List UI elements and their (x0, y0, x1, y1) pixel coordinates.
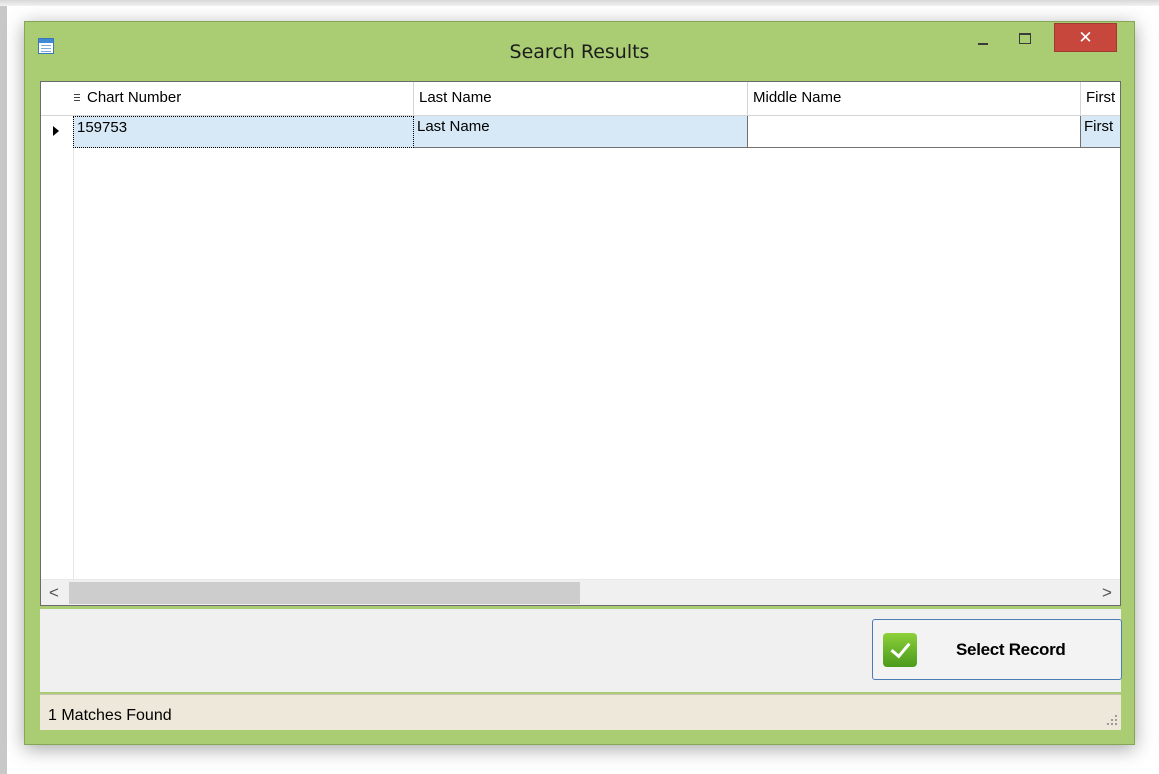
backdrop-top-edge (0, 0, 1159, 6)
minimize-icon[interactable] (967, 25, 997, 51)
column-header-label: Chart Number (87, 89, 182, 106)
search-results-window: Search Results ✕ Chart Number Last Name … (24, 21, 1135, 745)
select-record-button[interactable]: Select Record (872, 619, 1122, 680)
grid-header-row: Chart Number Last Name Middle Name First (41, 82, 1120, 116)
row-header-column (41, 82, 74, 579)
column-header-last-name[interactable]: Last Name (414, 82, 748, 115)
status-text: 1 Matches Found (48, 707, 172, 724)
cell-middle-name[interactable] (748, 116, 1081, 148)
close-icon[interactable]: ✕ (1054, 23, 1117, 52)
column-header-chart-number[interactable]: Chart Number (73, 82, 414, 115)
cell-first-name[interactable]: First (1081, 116, 1120, 148)
scroll-left-button[interactable]: < (41, 580, 67, 605)
table-row[interactable]: 159753 Last Name First (73, 116, 1120, 148)
results-grid[interactable]: Chart Number Last Name Middle Name First… (40, 81, 1121, 606)
cell-last-name[interactable]: Last Name (414, 116, 748, 148)
row-pointer-icon (53, 126, 59, 136)
column-header-middle-name[interactable]: Middle Name (748, 82, 1081, 115)
column-header-first-name[interactable]: First (1081, 82, 1120, 115)
select-record-label: Select Record (956, 640, 1066, 659)
scroll-right-button[interactable]: > (1094, 580, 1120, 605)
maximize-icon[interactable] (1010, 25, 1040, 51)
horizontal-scrollbar[interactable]: < > (41, 579, 1120, 605)
scroll-thumb[interactable] (69, 582, 580, 604)
backdrop-left-edge (0, 0, 7, 774)
cell-chart-number[interactable]: 159753 (73, 116, 414, 148)
button-panel: Select Record (40, 609, 1122, 692)
checkmark-icon (883, 633, 917, 667)
app-window-icon[interactable] (38, 38, 54, 54)
column-grip-icon (74, 94, 80, 103)
status-bar: 1 Matches Found (40, 694, 1121, 730)
resize-grip-icon[interactable] (1106, 715, 1118, 727)
